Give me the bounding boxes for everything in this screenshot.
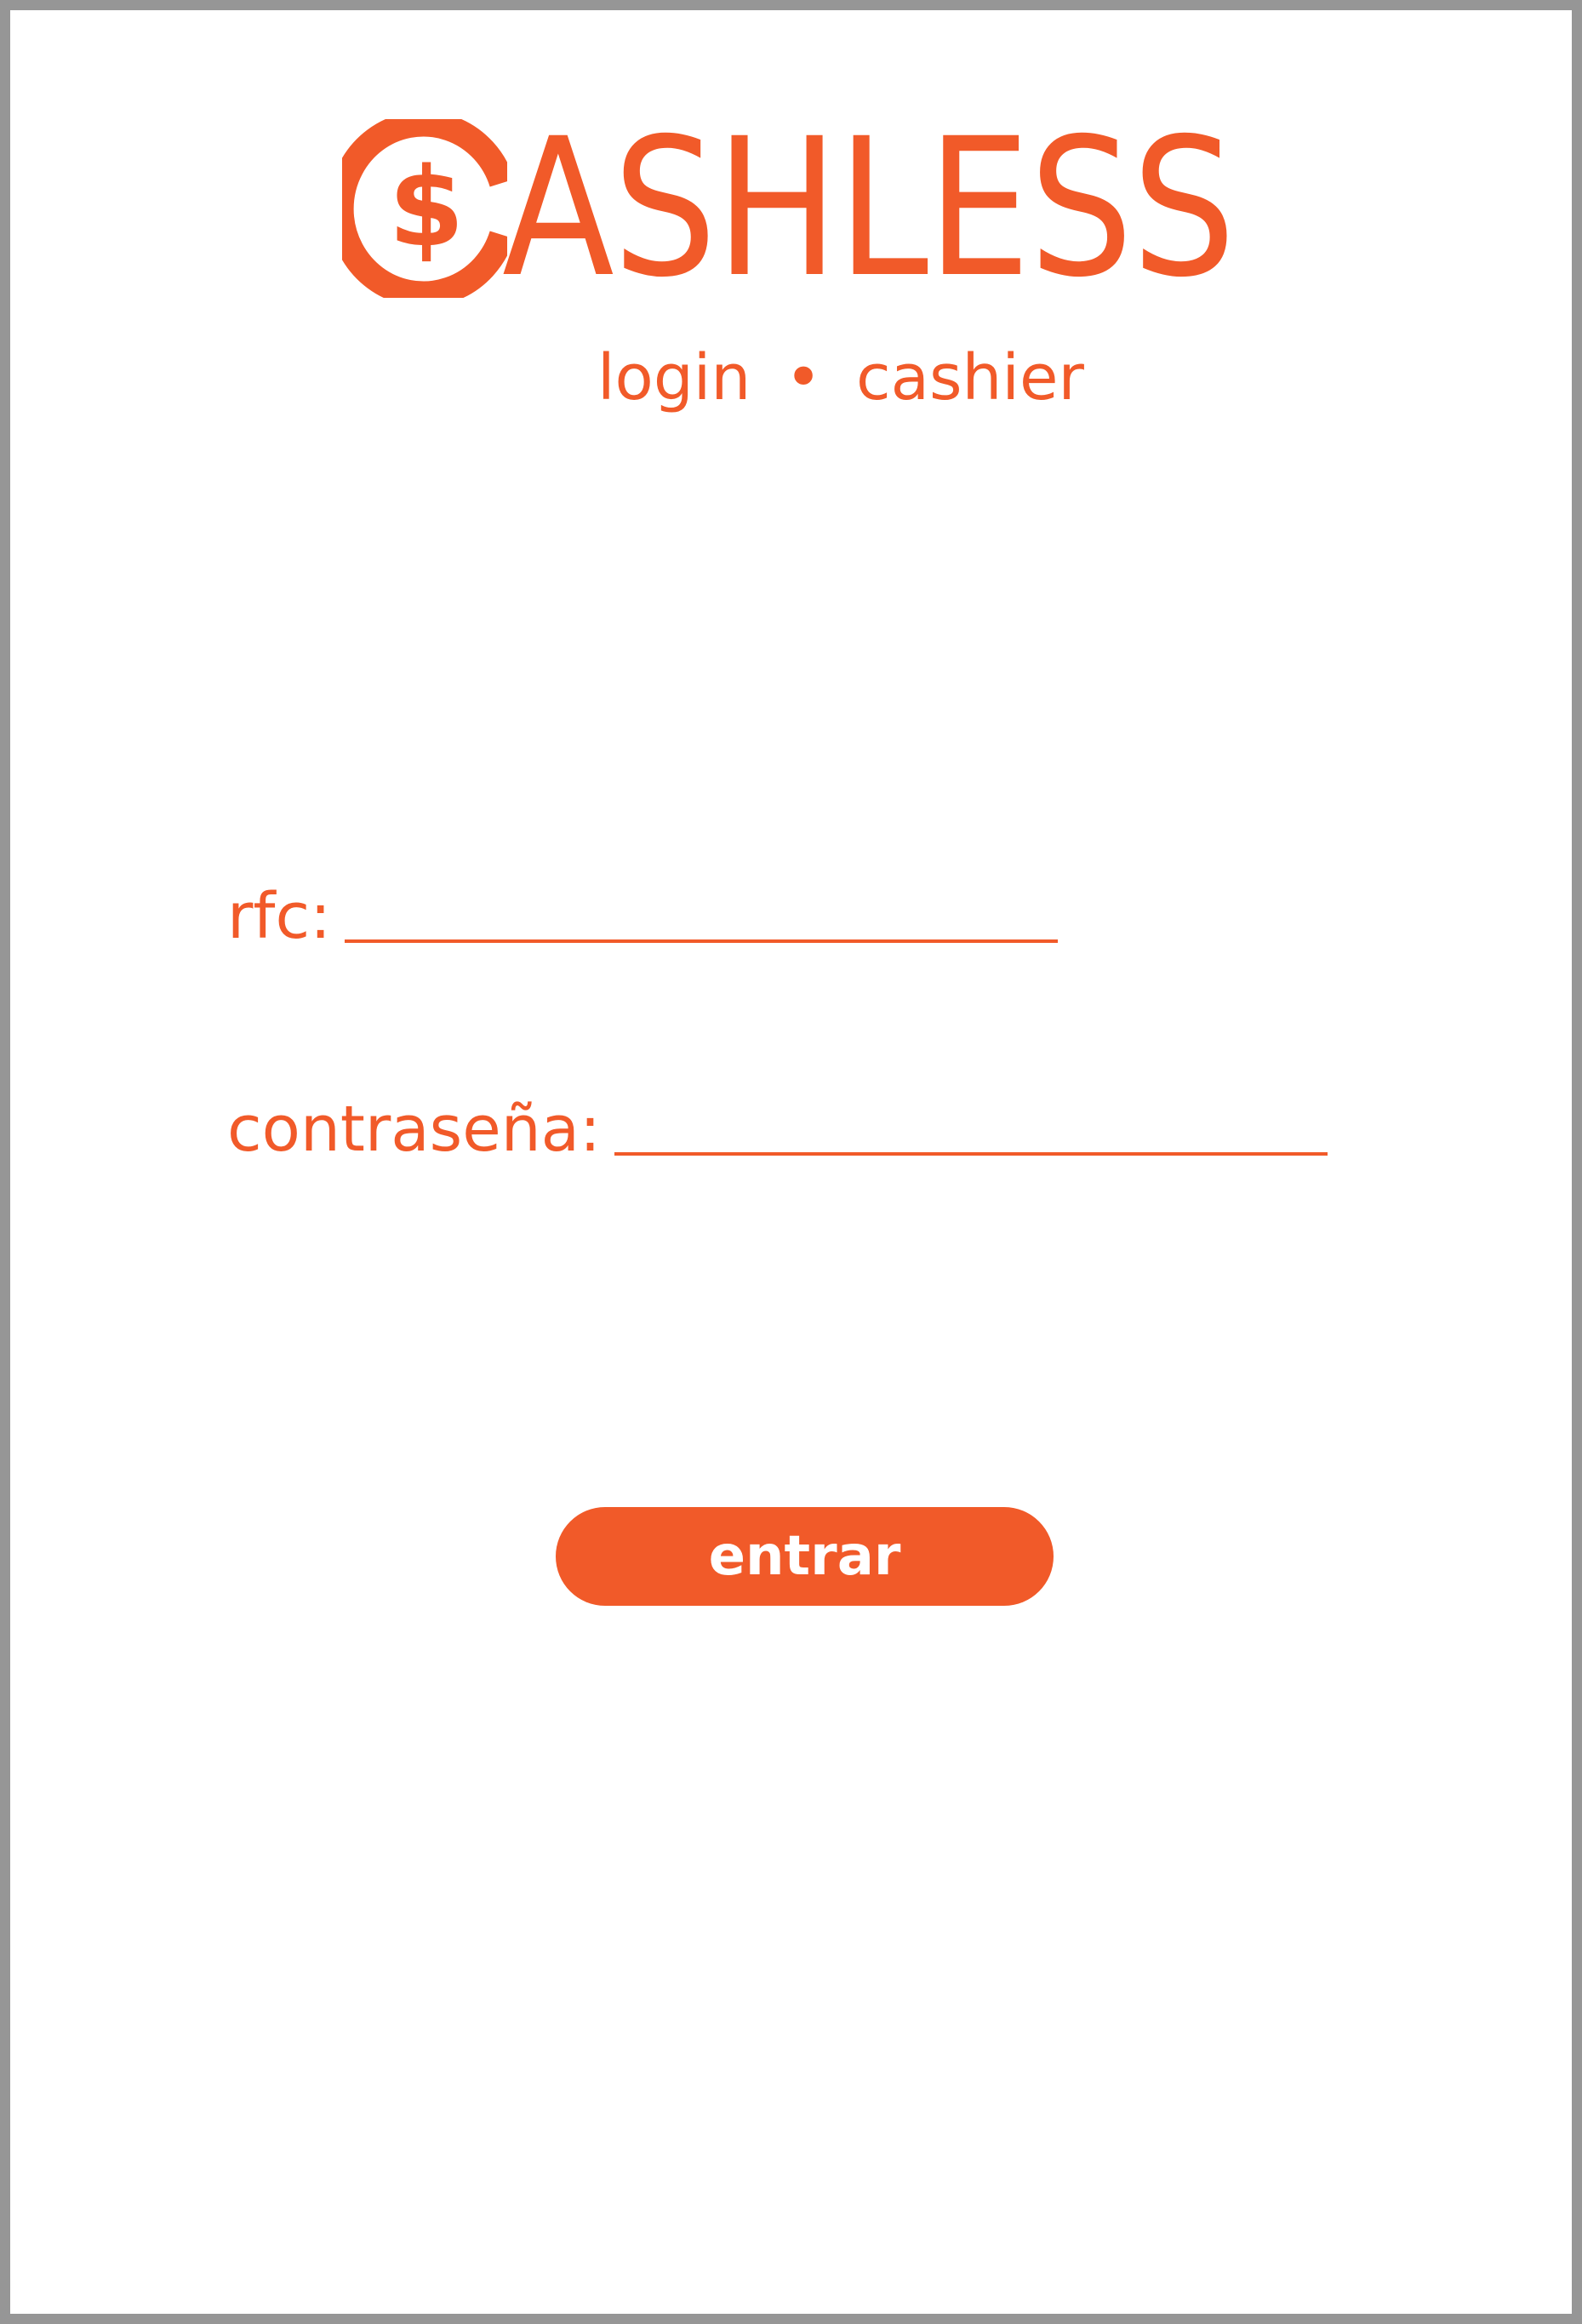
rfc-label: rfc: xyxy=(227,880,332,953)
entrar-button[interactable]: entrar xyxy=(556,1507,1054,1606)
rfc-field: rfc: xyxy=(227,880,1059,953)
page-frame: $ ASHLESS login • cashier rfc: contraseña:… xyxy=(0,0,1582,2324)
subtitle-cashier: cashier xyxy=(855,341,1084,414)
password-label: contraseña: xyxy=(227,1093,601,1166)
subtitle: login • cashier xyxy=(597,346,1084,409)
circle-dollar-c-icon: $ xyxy=(342,118,507,298)
subtitle-login: login xyxy=(597,341,751,414)
subtitle-separator: • xyxy=(785,341,822,414)
password-field: contraseña: xyxy=(227,1098,1328,1161)
password-input[interactable] xyxy=(614,1152,1328,1156)
brand-name: ASHLESS xyxy=(502,96,1236,319)
logo: $ ASHLESS xyxy=(342,112,1278,303)
svg-text:$: $ xyxy=(388,145,464,271)
rfc-input[interactable] xyxy=(345,939,1059,943)
